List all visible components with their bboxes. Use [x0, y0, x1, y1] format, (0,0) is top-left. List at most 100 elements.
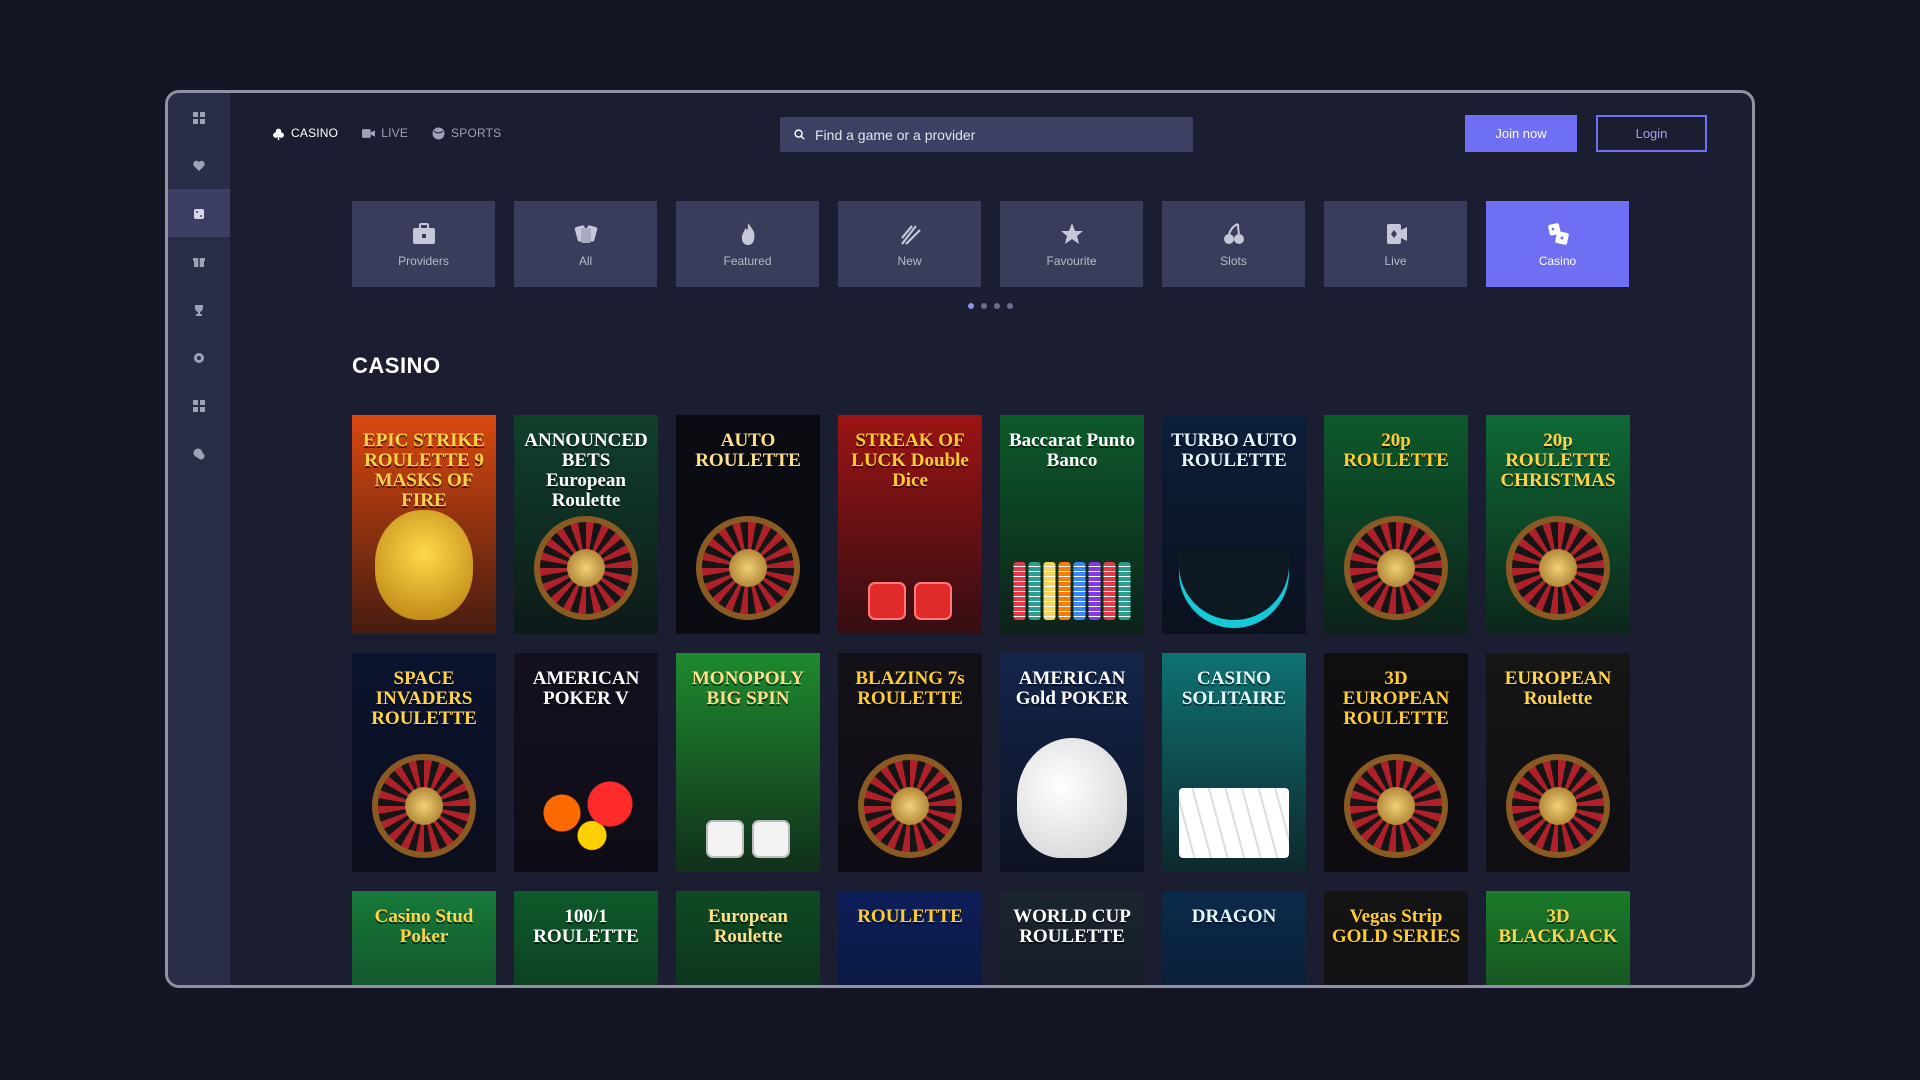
game-tile[interactable]: STREAK OF LUCK Double Dice — [838, 415, 982, 634]
game-title: TURBO AUTO ROULETTE — [1171, 430, 1297, 471]
game-title: 100/1 ROULETTE — [533, 906, 639, 947]
search-bar — [780, 117, 1193, 152]
heart-icon — [193, 159, 205, 171]
game-title: BLAZING 7s ROULETTE — [855, 668, 965, 709]
game-artwork — [1179, 550, 1289, 620]
game-tile[interactable]: 100/1 ROULETTE — [514, 891, 658, 985]
game-tile[interactable]: 20p ROULETTE — [1324, 415, 1468, 634]
dashboard-icon — [193, 111, 205, 124]
game-tile[interactable]: AMERICAN POKER V — [514, 653, 658, 872]
sidebar-item-games[interactable] — [168, 381, 230, 429]
game-tile[interactable]: European Roulette — [676, 891, 820, 985]
game-title: EUROPEAN Roulette — [1504, 668, 1612, 709]
tab-casino-label: CASINO — [291, 126, 339, 140]
club-icon — [273, 128, 284, 140]
game-grid: EPIC STRIKE ROULETTE 9 MASKS OF FIRE ANNO… — [352, 415, 1630, 985]
login-button[interactable]: Login — [1596, 115, 1707, 152]
game-title: MONOPOLY BIG SPIN — [691, 668, 805, 709]
sidebar-item-promotions[interactable] — [168, 237, 230, 285]
cherry-icon — [1223, 223, 1244, 244]
carousel-dot-1[interactable] — [968, 303, 974, 309]
game-title: ROULETTE — [857, 906, 963, 927]
game-tile[interactable]: ROULETTE — [838, 891, 982, 985]
game-tile[interactable]: TURBO AUTO ROULETTE — [1162, 415, 1306, 634]
game-tile[interactable]: MONOPOLY BIG SPIN — [676, 653, 820, 872]
tab-sports-label: SPORTS — [451, 126, 502, 140]
game-title: SPACE INVADERS ROULETTE — [371, 668, 477, 729]
tab-sports[interactable]: SPORTS — [432, 126, 501, 140]
category-featured-label: Featured — [723, 254, 772, 268]
category-casino[interactable]: Casino — [1486, 201, 1629, 287]
game-tile[interactable]: 3D EUROPEAN ROULETTE — [1324, 653, 1468, 872]
star-icon — [1060, 223, 1083, 244]
game-tile[interactable]: CASINO SOLITAIRE — [1162, 653, 1306, 872]
game-artwork — [375, 510, 473, 620]
category-live-label: Live — [1384, 254, 1407, 268]
game-title: 3D BLACKJACK — [1498, 906, 1618, 947]
chat-icon — [193, 447, 205, 460]
game-tile[interactable]: Casino Stud Poker — [352, 891, 496, 985]
section-title: CASINO — [352, 353, 441, 378]
game-tile[interactable]: 20p ROULETTE CHRISTMAS — [1486, 415, 1630, 634]
game-artwork — [1344, 754, 1448, 858]
search-input[interactable] — [815, 126, 1175, 143]
live-card-icon — [1386, 224, 1407, 244]
sidebar-item-tournaments[interactable] — [168, 285, 230, 333]
game-tile[interactable]: Vegas Strip GOLD SERIES — [1324, 891, 1468, 985]
trophy-icon — [193, 303, 205, 316]
game-title: STREAK OF LUCK Double Dice — [851, 430, 969, 491]
game-tile[interactable]: EPIC STRIKE ROULETTE 9 MASKS OF FIRE — [352, 415, 496, 634]
join-now-button[interactable]: Join now — [1465, 115, 1577, 152]
category-new[interactable]: New — [838, 201, 981, 287]
game-artwork — [1344, 516, 1448, 620]
category-casino-label: Casino — [1538, 254, 1577, 268]
game-tile[interactable]: EUROPEAN Roulette — [1486, 653, 1630, 872]
game-title: European Roulette — [708, 906, 788, 947]
game-tile[interactable]: AUTO ROULETTE — [676, 415, 820, 634]
game-tile[interactable]: BLAZING 7s ROULETTE — [838, 653, 982, 872]
carousel-dot-4[interactable] — [1007, 303, 1013, 309]
tab-casino[interactable]: CASINO — [272, 126, 338, 140]
sidebar-item-dashboard[interactable] — [168, 93, 230, 141]
game-artwork — [1506, 754, 1610, 858]
game-title: AMERICAN Gold POKER — [1015, 668, 1129, 709]
category-favourite[interactable]: Favourite — [1000, 201, 1143, 287]
game-artwork — [372, 754, 476, 858]
carousel-pagination — [968, 303, 1013, 309]
category-carousel: Providers All Featured New Favourite Slo… — [352, 201, 1629, 287]
app-window: CASINO LIVE SPORTS Join now Login Provid… — [165, 90, 1755, 988]
category-providers[interactable]: Providers — [352, 201, 495, 287]
top-bar: CASINO LIVE SPORTS Join now Login — [230, 93, 1752, 178]
game-title: WORLD CUP ROULETTE — [1013, 906, 1131, 947]
category-featured[interactable]: Featured — [676, 201, 819, 287]
cards-icon — [574, 225, 597, 243]
sidebar — [168, 93, 230, 985]
game-artwork — [858, 754, 962, 858]
sidebar-item-favourites[interactable] — [168, 141, 230, 189]
category-slots[interactable]: Slots — [1162, 201, 1305, 287]
sidebar-item-casino[interactable] — [168, 189, 230, 237]
gift-icon — [193, 255, 205, 267]
carousel-dot-3[interactable] — [994, 303, 1000, 309]
category-all[interactable]: All — [514, 201, 657, 287]
carousel-dot-2[interactable] — [981, 303, 987, 309]
game-title: Casino Stud Poker — [374, 906, 474, 947]
tab-live[interactable]: LIVE — [362, 126, 408, 140]
sidebar-item-support[interactable] — [168, 429, 230, 477]
category-live[interactable]: Live — [1324, 201, 1467, 287]
game-title: Baccarat Punto Banco — [1008, 430, 1136, 471]
sidebar-item-settings[interactable] — [168, 333, 230, 381]
game-tile[interactable]: ANNOUNCED BETS European Roulette — [514, 415, 658, 634]
category-all-label: All — [578, 254, 593, 268]
game-tile[interactable]: DRAGON — [1162, 891, 1306, 985]
game-tile[interactable]: Baccarat Punto Banco — [1000, 415, 1144, 634]
game-artwork — [706, 820, 790, 858]
game-tile[interactable]: WORLD CUP ROULETTE — [1000, 891, 1144, 985]
game-title: 20p ROULETTE — [1343, 430, 1449, 471]
game-tile[interactable]: SPACE INVADERS ROULETTE — [352, 653, 496, 872]
game-tile[interactable]: AMERICAN Gold POKER — [1000, 653, 1144, 872]
game-title: 3D EUROPEAN ROULETTE — [1342, 668, 1450, 729]
game-tile[interactable]: 3D BLACKJACK — [1486, 891, 1630, 985]
game-title: AUTO ROULETTE — [695, 430, 801, 471]
game-title: ANNOUNCED BETS European Roulette — [524, 430, 648, 511]
